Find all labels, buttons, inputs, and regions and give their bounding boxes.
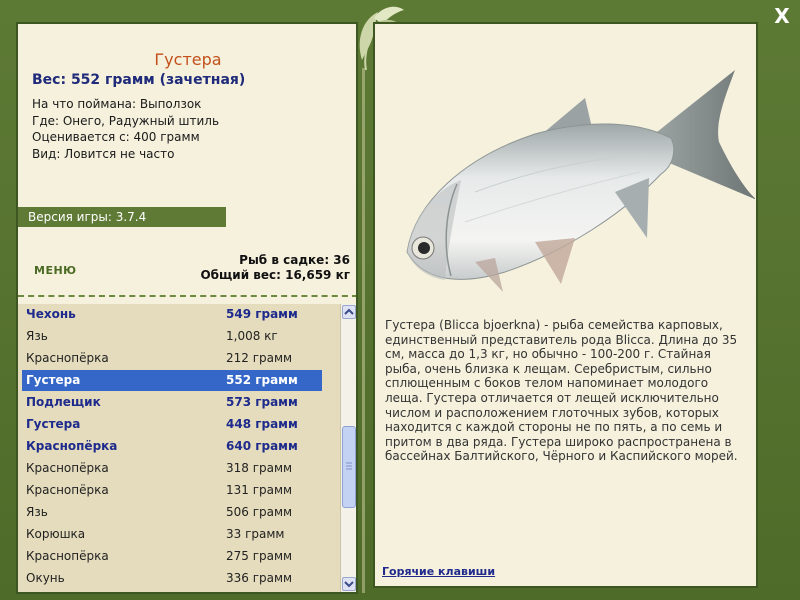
catch-fish-name: Окунь bbox=[26, 571, 65, 585]
arrow-up-icon bbox=[344, 308, 354, 315]
caught-on-text: На что поймана: Выползок bbox=[32, 97, 202, 111]
valued-from-text: Оценивается с: 400 грамм bbox=[32, 130, 200, 144]
catch-list-item[interactable]: Язь 1,008 кг bbox=[22, 326, 322, 347]
thumb-grip-icon bbox=[346, 462, 352, 470]
catch-fish-name: Язь bbox=[26, 505, 48, 519]
catch-fish-name: Язь bbox=[26, 329, 48, 343]
catch-fish-name: Краснопёрка bbox=[26, 351, 109, 365]
catch-fish-name: Густера bbox=[26, 373, 81, 387]
catch-fish-weight: 448 грамм bbox=[226, 417, 298, 431]
catch-fish-weight: 275 грамм bbox=[226, 549, 293, 563]
catch-list-item[interactable]: Краснопёрка 318 грамм bbox=[22, 458, 322, 479]
close-button[interactable]: X bbox=[770, 4, 794, 28]
vine-divider bbox=[362, 68, 365, 593]
menu-button[interactable]: МЕНЮ bbox=[34, 264, 77, 277]
dashed-divider bbox=[18, 295, 356, 297]
catch-fish-weight: 506 грамм bbox=[226, 505, 293, 519]
net-stats: Рыб в садке: 36 Общий вес: 16,659 кг bbox=[200, 253, 350, 283]
catch-list-item[interactable]: Корюшка 33 грамм bbox=[22, 524, 322, 545]
catch-fish-weight: 1,008 кг bbox=[226, 329, 278, 343]
catch-fish-weight: 552 грамм bbox=[226, 373, 298, 387]
scroll-down-button[interactable] bbox=[342, 577, 356, 591]
fish-description: Густера (Blicca bjoerkna) - рыба семейст… bbox=[385, 318, 738, 464]
catch-list-item[interactable]: Краснопёрка 640 грамм bbox=[22, 436, 322, 457]
catch-fish-weight: 212 грамм bbox=[226, 351, 293, 365]
catch-fish-name: Подлещик bbox=[26, 395, 101, 409]
arrow-down-icon bbox=[344, 581, 354, 588]
catch-list[interactable]: Чехонь 549 грамм Язь 1,008 кг Краснопёрка 212… bbox=[18, 304, 340, 592]
scroll-up-button[interactable] bbox=[342, 305, 356, 319]
catch-list-item[interactable]: Краснопёрка 212 грамм bbox=[22, 348, 322, 369]
version-bar: Версия игры: 3.7.4 bbox=[18, 207, 226, 227]
catch-fish-weight: 131 грамм bbox=[226, 483, 293, 497]
close-icon[interactable]: X bbox=[774, 4, 789, 28]
catch-fish-name: Краснопёрка bbox=[26, 439, 118, 453]
catch-list-item[interactable]: Краснопёрка 275 грамм bbox=[22, 546, 322, 567]
catch-fish-weight: 640 грамм bbox=[226, 439, 298, 453]
frequency-text: Вид: Ловится не часто bbox=[32, 146, 175, 161]
catch-list-item[interactable]: Чехонь 549 грамм bbox=[22, 304, 322, 325]
total-weight: Общий вес: 16,659 кг bbox=[200, 268, 350, 282]
catch-fish-weight: 33 грамм bbox=[226, 527, 285, 541]
fish-weight: Вес: 552 грамм (зачетная) bbox=[32, 72, 246, 88]
catch-list-item[interactable]: Окунь 336 грамм bbox=[22, 568, 322, 589]
left-panel: Густера Вес: 552 грамм (зачетная) На что… bbox=[16, 22, 358, 594]
catch-fish-name: Густера bbox=[26, 417, 81, 431]
fish-illustration bbox=[406, 70, 755, 292]
catch-list-item[interactable]: Густера 448 грамм bbox=[22, 414, 322, 435]
catch-fish-name: Краснопёрка bbox=[26, 549, 109, 563]
catch-fish-weight: 573 грамм bbox=[226, 395, 298, 409]
fish-info: На что поймана: Выползок Где: Онего, Рад… bbox=[32, 96, 219, 162]
fish-count: Рыб в садке: 36 bbox=[239, 253, 350, 267]
catch-list-item[interactable]: Краснопёрка 131 грамм bbox=[22, 480, 322, 501]
right-panel: Густера (Blicca bjoerkna) - рыба семейст… bbox=[373, 22, 758, 588]
catch-fish-weight: 318 грамм bbox=[226, 461, 293, 475]
hotkeys-link[interactable]: Горячие клавиши bbox=[382, 565, 495, 578]
catch-fish-name: Краснопёрка bbox=[26, 461, 109, 475]
fish-name: Густера bbox=[154, 50, 222, 69]
catch-fish-weight: 336 грамм bbox=[226, 571, 293, 585]
scroll-thumb[interactable] bbox=[342, 426, 356, 508]
catch-fish-weight: 549 грамм bbox=[226, 307, 298, 321]
catch-list-scrollbar[interactable] bbox=[340, 304, 356, 592]
catch-fish-name: Чехонь bbox=[26, 307, 76, 321]
catch-list-item[interactable]: Подлещик 573 грамм bbox=[22, 392, 322, 413]
catch-fish-name: Краснопёрка bbox=[26, 483, 109, 497]
location-text: Где: Онего, Радужный штиль bbox=[32, 113, 220, 128]
catch-list-item[interactable]: Язь 506 грамм bbox=[22, 502, 322, 523]
catch-list-item[interactable]: Густера 552 грамм bbox=[22, 370, 322, 391]
catch-fish-name: Корюшка bbox=[26, 527, 86, 541]
